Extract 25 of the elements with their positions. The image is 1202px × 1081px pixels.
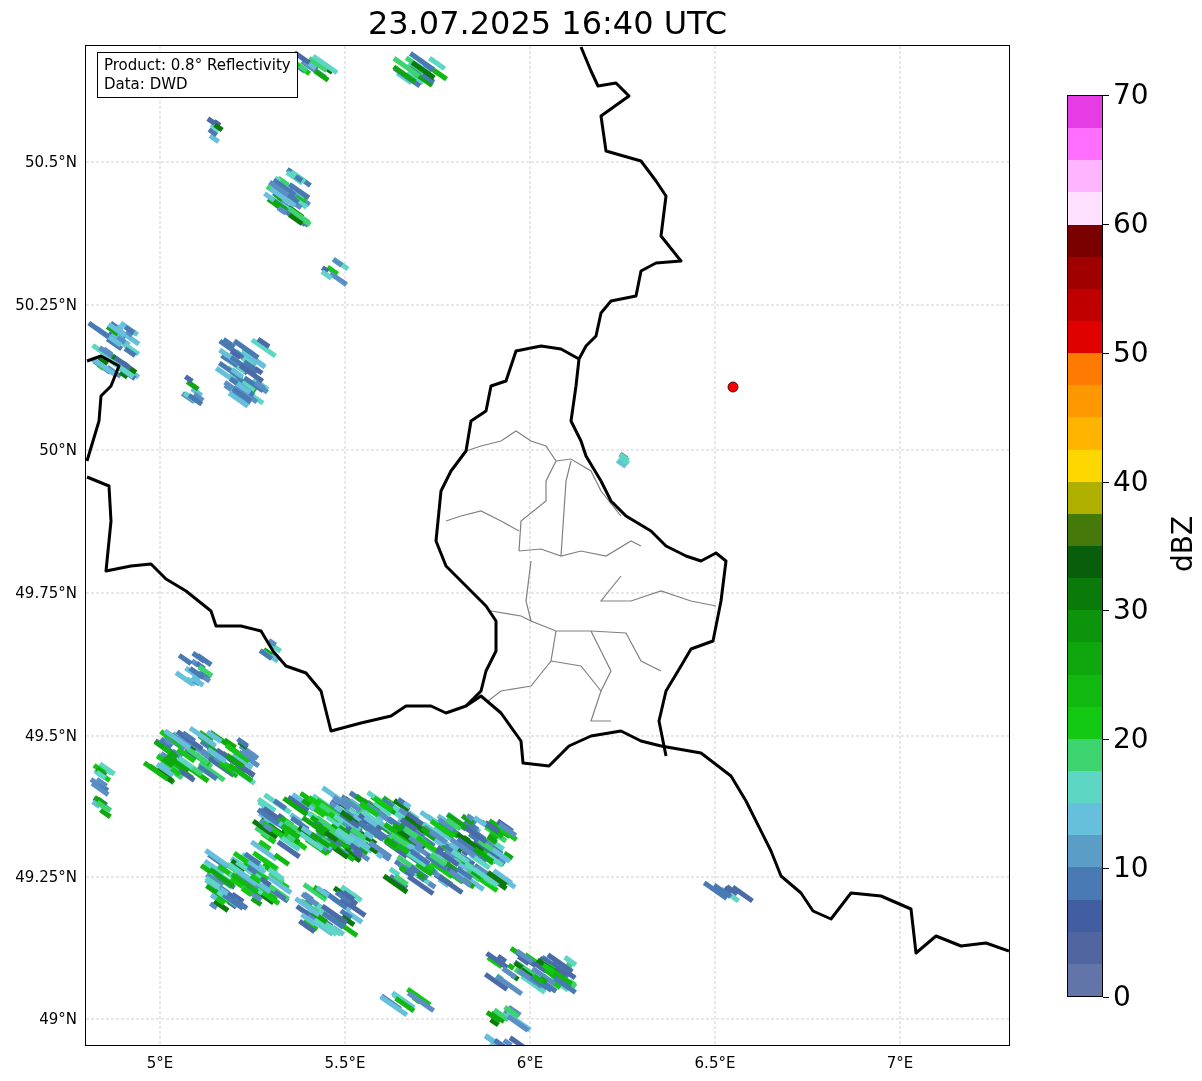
x-tick-label: 7°E (886, 1056, 914, 1071)
legend-text: Product: 0.8° Reflectivity (104, 56, 291, 75)
chart-title: 23.07.2025 16:40 UTC (367, 6, 728, 39)
colorbar-tick-label: 0 (1113, 983, 1131, 1011)
legend-text: Data: DWD (104, 75, 189, 94)
colorbar-tick-label: 70 (1113, 81, 1149, 109)
x-tick-label: 6.5°E (694, 1056, 736, 1071)
y-tick-label: 49°N (39, 1011, 77, 1027)
y-tick-label: 49.25°N (15, 869, 77, 885)
y-tick-label: 49.5°N (24, 728, 77, 744)
colorbar-tick-label: 40 (1113, 467, 1149, 496)
colorbar-tick-label: 60 (1113, 209, 1149, 238)
x-tick-label: 6°E (516, 1056, 544, 1071)
colorbar-tick-label: 10 (1113, 854, 1149, 883)
y-tick-label: 50.25°N (15, 297, 77, 313)
colorbar-tick-label: 20 (1113, 725, 1149, 754)
y-tick-label: 50°N (39, 442, 77, 458)
y-tick-label: 50.5°N (24, 154, 77, 170)
colorbar-label: dBZ (1169, 515, 1198, 573)
y-tick-label: 49.75°N (15, 585, 77, 601)
location-marker (727, 381, 739, 393)
x-tick-label: 5.5°E (324, 1056, 366, 1071)
colorbar-tick-label: 50 (1113, 338, 1149, 367)
x-tick-label: 5°E (146, 1056, 174, 1071)
colorbar-tick-label: 30 (1113, 596, 1149, 625)
